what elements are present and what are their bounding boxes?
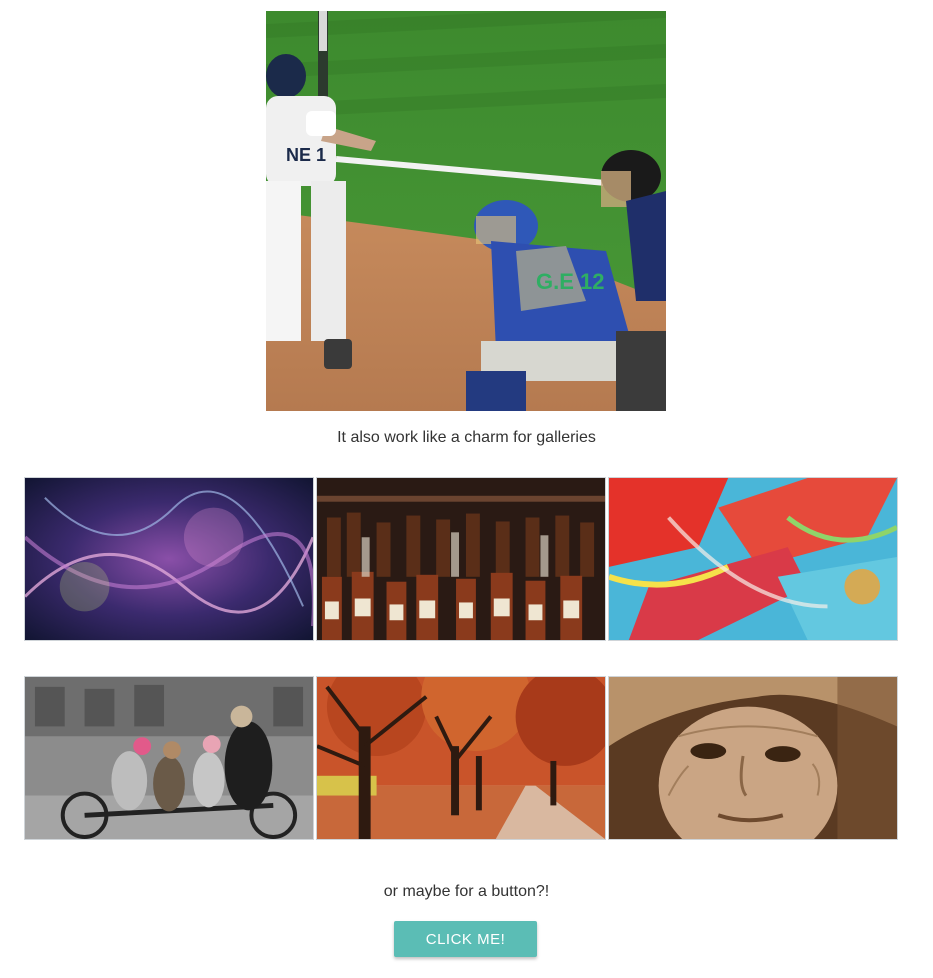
click-me-button[interactable]: CLICK ME! [394,921,537,957]
gallery-thumb-tandem-bicycle[interactable] [24,676,314,840]
gallery-row [24,676,898,840]
gallery-thumb-bottles[interactable] [316,477,606,641]
button-caption: or maybe for a button?! [383,883,550,900]
gallery-thumb-elderly-woman[interactable] [608,676,898,840]
hero-image: NE 1 G.E 12 [266,11,666,411]
gallery-thumb-autumn-trees[interactable] [316,676,606,840]
gallery-thumb-abstract-purple[interactable] [24,477,314,641]
svg-text:NE 1: NE 1 [286,145,326,165]
gallery-row [24,477,898,641]
svg-text:G.E 12: G.E 12 [536,269,604,294]
gallery-thumb-abstract-paint[interactable] [608,477,898,641]
gallery-caption: It also work like a charm for galleries [337,429,596,446]
